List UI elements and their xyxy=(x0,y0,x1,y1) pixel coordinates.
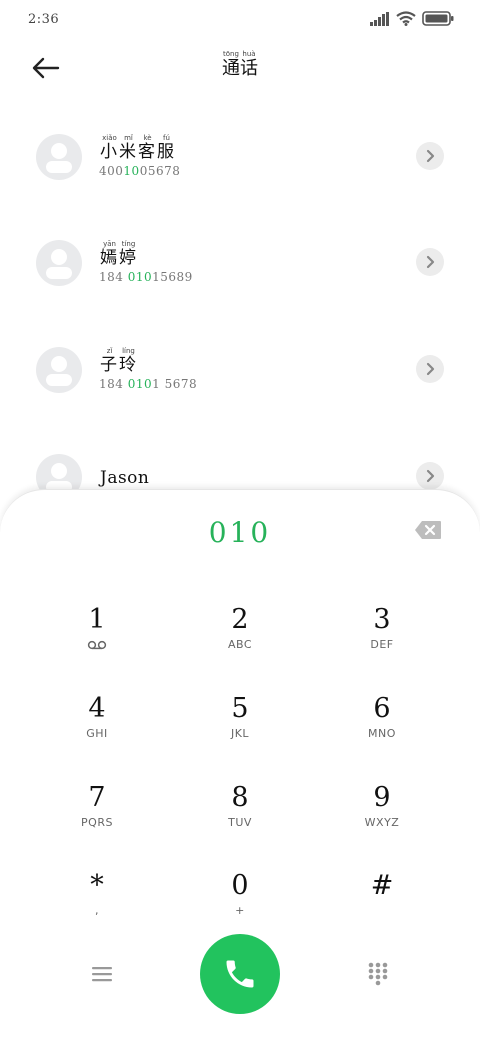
key-digit: 8 xyxy=(231,782,249,813)
key-digit: 4 xyxy=(88,693,106,724)
contact-name: Jason xyxy=(100,468,150,488)
key-digit: 0 xyxy=(231,870,249,901)
contact-name-char: 子zǐ xyxy=(100,347,119,375)
dialpad-key-7[interactable]: 7 PQRS xyxy=(37,782,157,862)
contact-name-pinyin: tíng xyxy=(119,240,138,248)
call-button[interactable] xyxy=(200,934,280,1014)
dialpad-grid-icon xyxy=(368,962,388,986)
wifi-icon xyxy=(396,11,416,26)
menu-button[interactable] xyxy=(86,958,118,990)
key-digit: * xyxy=(90,870,104,901)
status-time: 2:36 xyxy=(28,12,60,27)
key-digit: # xyxy=(370,870,394,901)
key-letters: DEF xyxy=(370,638,394,651)
dialer-bottom-bar xyxy=(0,930,480,1020)
number-match-highlight: 010 xyxy=(127,270,153,284)
contact-name-pinyin: yān xyxy=(100,240,119,248)
chevron-right-icon xyxy=(426,362,435,376)
dialpad-key-3[interactable]: 3 DEF xyxy=(322,604,442,684)
key-letters: , xyxy=(95,904,99,917)
dialpad-key-6[interactable]: 6 MNO xyxy=(322,693,442,773)
contact-detail-button[interactable] xyxy=(416,142,444,170)
contact-name-char: 小xiǎo xyxy=(100,134,119,162)
backspace-button[interactable] xyxy=(414,520,442,540)
backspace-icon xyxy=(415,521,441,539)
page-title-text: 通tōng话huà xyxy=(222,50,258,79)
dialpad-key-4[interactable]: 4 GHI xyxy=(37,693,157,773)
contact-name-char: 嫣yān xyxy=(100,240,119,268)
dialpad-toggle-button[interactable] xyxy=(362,958,394,990)
title-char: 话huà xyxy=(240,50,258,79)
avatar xyxy=(36,347,82,393)
signal-icon xyxy=(370,11,389,26)
key-letters: GHI xyxy=(86,727,108,740)
contact-number: 184 01015689 xyxy=(99,270,193,284)
dialpad-key-9[interactable]: 9 WXYZ xyxy=(322,782,442,862)
chevron-right-icon xyxy=(426,469,435,483)
title-pinyin: tōng xyxy=(222,50,240,58)
number-match-highlight: 010 xyxy=(127,377,153,391)
contact-detail-button[interactable] xyxy=(416,462,444,490)
dialpad-key-8[interactable]: 8 TUV xyxy=(180,782,300,862)
contact-number: 184 0101 5678 xyxy=(99,377,198,391)
contact-row[interactable]: 小xiǎo米mǐ客kè服fú 4001005678 xyxy=(0,104,480,210)
status-bar: 2:36 xyxy=(0,0,480,40)
dialpad-key-1[interactable]: 1 xyxy=(37,604,157,684)
contact-number: 4001005678 xyxy=(99,164,181,178)
contact-detail-button[interactable] xyxy=(416,248,444,276)
key-digit: 3 xyxy=(373,604,391,635)
key-letters: ABC xyxy=(227,638,253,651)
header: 通tōng话huà xyxy=(0,44,480,94)
contact-name-pinyin: kè xyxy=(138,134,157,142)
key-letters: + xyxy=(235,904,245,917)
status-icons xyxy=(370,11,454,26)
key-digit: 2 xyxy=(231,604,249,635)
contact-name: 小xiǎo米mǐ客kè服fú xyxy=(100,134,176,162)
contact-row[interactable]: 嫣yān婷tíng 184 01015689 xyxy=(0,210,480,316)
contact-name: 嫣yān婷tíng xyxy=(100,240,138,268)
contact-name-pinyin: xiǎo xyxy=(100,134,119,142)
contact-row[interactable]: 子zǐ玲líng 184 0101 5678 xyxy=(0,317,480,423)
dialed-number: 010 xyxy=(208,516,272,549)
contact-name-char: 米mǐ xyxy=(119,134,138,162)
avatar xyxy=(36,240,82,286)
key-letters: JKL xyxy=(230,727,250,740)
key-letters: PQRS xyxy=(81,816,113,829)
page-title: 通tōng话huà xyxy=(0,50,480,80)
key-letters: TUV xyxy=(228,816,252,829)
contact-name-pinyin: fú xyxy=(157,134,176,142)
contact-name-pinyin: mǐ xyxy=(119,134,138,142)
key-letters: MNO xyxy=(368,727,396,740)
contact-name: 子zǐ玲líng xyxy=(100,347,138,375)
contact-name-char: 婷tíng xyxy=(119,240,138,268)
voicemail-icon xyxy=(87,640,107,650)
chevron-right-icon xyxy=(426,149,435,163)
key-digit: 1 xyxy=(88,604,106,635)
title-pinyin: huà xyxy=(240,50,258,58)
dialpad-sheet: 010 1 2 ABC 3 DEF 4 GHI 5 JKL 6 MNO 7 PQRS 8 TUV 9 WXYZ *… xyxy=(0,489,480,1040)
contact-detail-button[interactable] xyxy=(416,355,444,383)
number-match-highlight: 10 xyxy=(123,164,140,178)
dialpad-key-5[interactable]: 5 JKL xyxy=(180,693,300,773)
phone-icon xyxy=(226,960,254,988)
menu-icon xyxy=(92,967,112,982)
contact-name-char: 玲líng xyxy=(119,347,138,375)
key-letters: WXYZ xyxy=(364,816,400,829)
contact-name-pinyin: zǐ xyxy=(100,347,119,355)
key-digit: 7 xyxy=(88,782,106,813)
key-digit: 6 xyxy=(373,693,391,724)
contact-name-char: 客kè xyxy=(138,134,157,162)
title-char: 通tōng xyxy=(222,50,240,79)
avatar xyxy=(36,134,82,180)
key-digit: 9 xyxy=(373,782,391,813)
battery-icon xyxy=(422,11,454,26)
contact-name-pinyin: líng xyxy=(119,347,138,355)
dialpad-key-2[interactable]: 2 ABC xyxy=(180,604,300,684)
contact-name-char: 服fú xyxy=(157,134,176,162)
chevron-right-icon xyxy=(426,255,435,269)
key-digit: 5 xyxy=(231,693,249,724)
